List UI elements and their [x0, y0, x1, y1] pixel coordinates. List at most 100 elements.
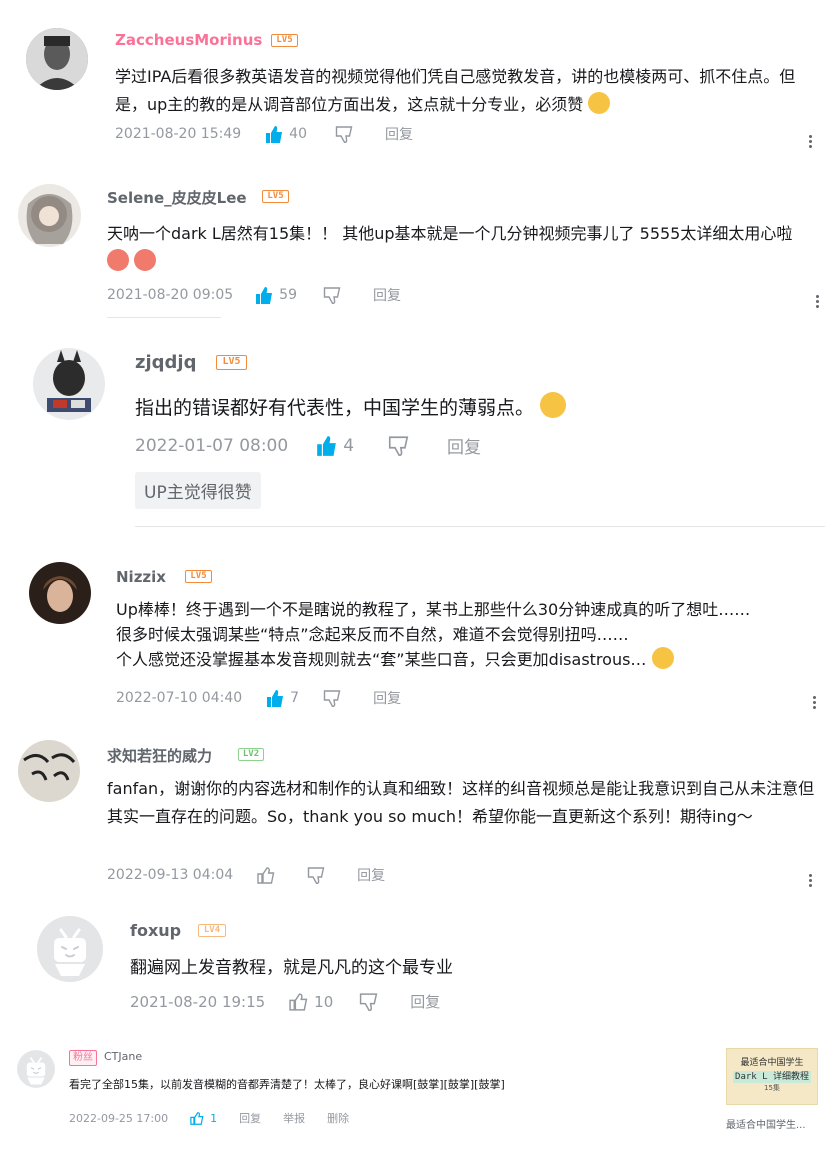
- like-button[interactable]: 4: [316, 436, 354, 456]
- comment-text-content: 翻遍网上发音教程，就是凡凡的这个最专业: [130, 958, 453, 978]
- comment-text: 学过IPA后看很多教英语发音的视频觉得他们凭自己感觉教发音，讲的也模棱两可、抓不…: [115, 63, 815, 119]
- reply-button[interactable]: 回复: [373, 688, 401, 708]
- thumbs-down-icon: [323, 689, 341, 707]
- comment-meta: 2022-01-07 08:00 4 回复: [135, 433, 481, 459]
- avatar[interactable]: [17, 1050, 55, 1088]
- avatar[interactable]: [29, 562, 91, 624]
- avatar[interactable]: [33, 348, 105, 420]
- comment-text-content: 天呐一个dark L居然有15集！！ 其他up基本就是一个几分钟视频完事儿了 5…: [107, 224, 793, 243]
- dislike-button[interactable]: [323, 689, 341, 707]
- comment-text-content: 看完了全部15集，以前发音模糊的音都弄清楚了！太棒了，良心好课啊[鼓掌][鼓掌]…: [69, 1078, 505, 1091]
- comment-text: 翻遍网上发音教程，就是凡凡的这个最专业: [130, 954, 820, 982]
- username[interactable]: CTJane: [104, 1050, 142, 1063]
- more-menu-icon[interactable]: [809, 133, 813, 150]
- like-button[interactable]: 7: [266, 689, 300, 707]
- timestamp: 2022-09-13 04:04: [107, 867, 234, 883]
- more-menu-icon[interactable]: [813, 694, 817, 711]
- username[interactable]: foxup: [130, 921, 181, 940]
- timestamp: 2021-08-20 15:49: [115, 126, 242, 142]
- comment-meta: 2022-09-25 17:00 1 回复 举报 删除: [69, 1110, 349, 1126]
- video-thumbnail-line: Dark L 详细教程: [733, 1071, 811, 1083]
- reply-button[interactable]: 回复: [410, 991, 440, 1012]
- avatar[interactable]: [18, 184, 81, 247]
- more-menu-icon[interactable]: [816, 293, 820, 310]
- comment-text: Up棒棒！终于遇到一个不是瞎说的教程了，某书上那些什么30分钟速成真的听了想吐……: [116, 597, 828, 672]
- more-menu-icon[interactable]: [809, 872, 813, 889]
- comment-text-content: fanfan，谢谢你的内容选材和制作的认真和细致！这样的纠音视频总是能让我意识到…: [107, 779, 815, 826]
- timestamp: 2021-08-20 19:15: [130, 992, 266, 1011]
- dislike-button[interactable]: [335, 125, 353, 143]
- level-badge: LV2: [238, 748, 264, 761]
- thumbs-down-icon: [323, 286, 341, 304]
- timestamp: 2022-09-25 17:00: [69, 1111, 169, 1125]
- level-badge: LV5: [271, 34, 298, 47]
- dislike-button[interactable]: [388, 435, 409, 456]
- username[interactable]: Nizzix: [116, 568, 166, 586]
- username[interactable]: zjqdjq: [135, 352, 196, 373]
- thumbs-up-icon: [267, 689, 284, 707]
- reply-button[interactable]: 回复: [385, 124, 413, 144]
- thumbs-down-icon: [335, 125, 353, 143]
- emoji-icon: [540, 392, 567, 418]
- comment-text: 看完了全部15集，以前发音模糊的音都弄清楚了！太棒了，良心好课啊[鼓掌][鼓掌]…: [69, 1077, 689, 1093]
- timestamp: 2022-01-07 08:00: [135, 435, 289, 456]
- avatar[interactable]: [37, 916, 103, 982]
- like-count: 40: [289, 126, 307, 142]
- dislike-button[interactable]: [307, 866, 325, 884]
- level-badge: LV5: [262, 190, 289, 203]
- comment-meta: 2021-08-20 09:05 59 回复: [107, 285, 401, 305]
- comment-text: 天呐一个dark L居然有15集！！ 其他up基本就是一个几分钟视频完事儿了 5…: [107, 220, 819, 276]
- avatar[interactable]: [18, 740, 80, 802]
- username[interactable]: 求知若狂的威力: [107, 745, 212, 766]
- thumbs-up-outline-icon: [190, 1111, 204, 1125]
- divider: [135, 526, 825, 527]
- username[interactable]: Selene_皮皮皮Lee: [107, 187, 247, 208]
- thumbs-up-icon: [266, 125, 283, 143]
- like-button[interactable]: [257, 866, 275, 884]
- video-thumbnail[interactable]: 最适合中国学生 Dark L 详细教程 15集: [726, 1048, 818, 1105]
- up-liked-tag: UP主觉得很赞: [135, 472, 261, 509]
- emoji-icon: [588, 92, 611, 114]
- like-count: 4: [343, 435, 355, 456]
- video-thumbnail-line: 15集: [764, 1084, 780, 1092]
- report-button[interactable]: 举报: [283, 1110, 305, 1126]
- thumbs-up-outline-icon: [257, 866, 275, 884]
- like-count: 59: [279, 287, 297, 303]
- divider: [107, 317, 221, 318]
- like-button[interactable]: 10: [289, 993, 333, 1011]
- video-title[interactable]: 最适合中国学生...: [726, 1116, 826, 1131]
- dislike-button[interactable]: [359, 992, 378, 1011]
- reply-button[interactable]: 回复: [373, 285, 401, 305]
- comment-item: Nizzix LV5 Up棒棒！终于遇到一个不是瞎说的教程了，某书上那些什么30…: [0, 530, 837, 730]
- like-button[interactable]: 1: [190, 1112, 217, 1125]
- reply-button[interactable]: 回复: [447, 433, 481, 458]
- thumbs-down-icon: [360, 992, 378, 1011]
- like-button[interactable]: 40: [265, 125, 307, 143]
- comment-meta: 2021-08-20 19:15 10 回复: [130, 991, 440, 1012]
- comment-item: zjqdjq LV5 指出的错误都好有代表性，中国学生的薄弱点。 2022-01…: [0, 320, 837, 530]
- comment-text: 指出的错误都好有代表性，中国学生的薄弱点。: [135, 392, 815, 423]
- like-count: 1: [210, 1111, 218, 1125]
- reply-button[interactable]: 回复: [239, 1110, 261, 1126]
- level-badge: LV5: [185, 570, 212, 583]
- comment-item: ZaccheusMorinus LV5 学过IPA后看很多教英语发音的视频觉得他…: [0, 0, 837, 170]
- comment-text-line: Up棒棒！终于遇到一个不是瞎说的教程了，某书上那些什么30分钟速成真的听了想吐……: [116, 600, 751, 619]
- reply-button[interactable]: 回复: [357, 865, 385, 885]
- comment-item: foxup LV4 翻遍网上发音教程，就是凡凡的这个最专业 2021-08-20…: [0, 908, 837, 1028]
- like-button[interactable]: 59: [255, 286, 297, 304]
- comment-text-line: 个人感觉还没掌握基本发音规则就去“套”某些口音，只会更加disastrous…: [116, 650, 647, 669]
- comment-text: fanfan，谢谢你的内容选材和制作的认真和细致！这样的纠音视频总是能让我意识到…: [107, 775, 819, 831]
- dislike-button[interactable]: [323, 286, 341, 304]
- avatar[interactable]: [26, 28, 88, 90]
- emoji-icon: [651, 647, 674, 669]
- level-badge: LV4: [198, 924, 226, 937]
- username[interactable]: ZaccheusMorinus: [115, 31, 262, 49]
- comment-item: 求知若狂的威力 LV2 fanfan，谢谢你的内容选材和制作的认真和细致！这样的…: [0, 730, 837, 908]
- comment-meta: 2022-07-10 04:40 7 回复: [116, 688, 401, 708]
- delete-button[interactable]: 删除: [327, 1110, 349, 1126]
- like-count: 7: [290, 690, 300, 706]
- thumbs-up-icon: [317, 435, 337, 456]
- fan-badge: 粉丝: [69, 1050, 97, 1066]
- emoji-icon: [107, 249, 129, 271]
- comment-text-line-wrap: 个人感觉还没掌握基本发音规则就去“套”某些口音，只会更加disastrous…: [116, 647, 828, 672]
